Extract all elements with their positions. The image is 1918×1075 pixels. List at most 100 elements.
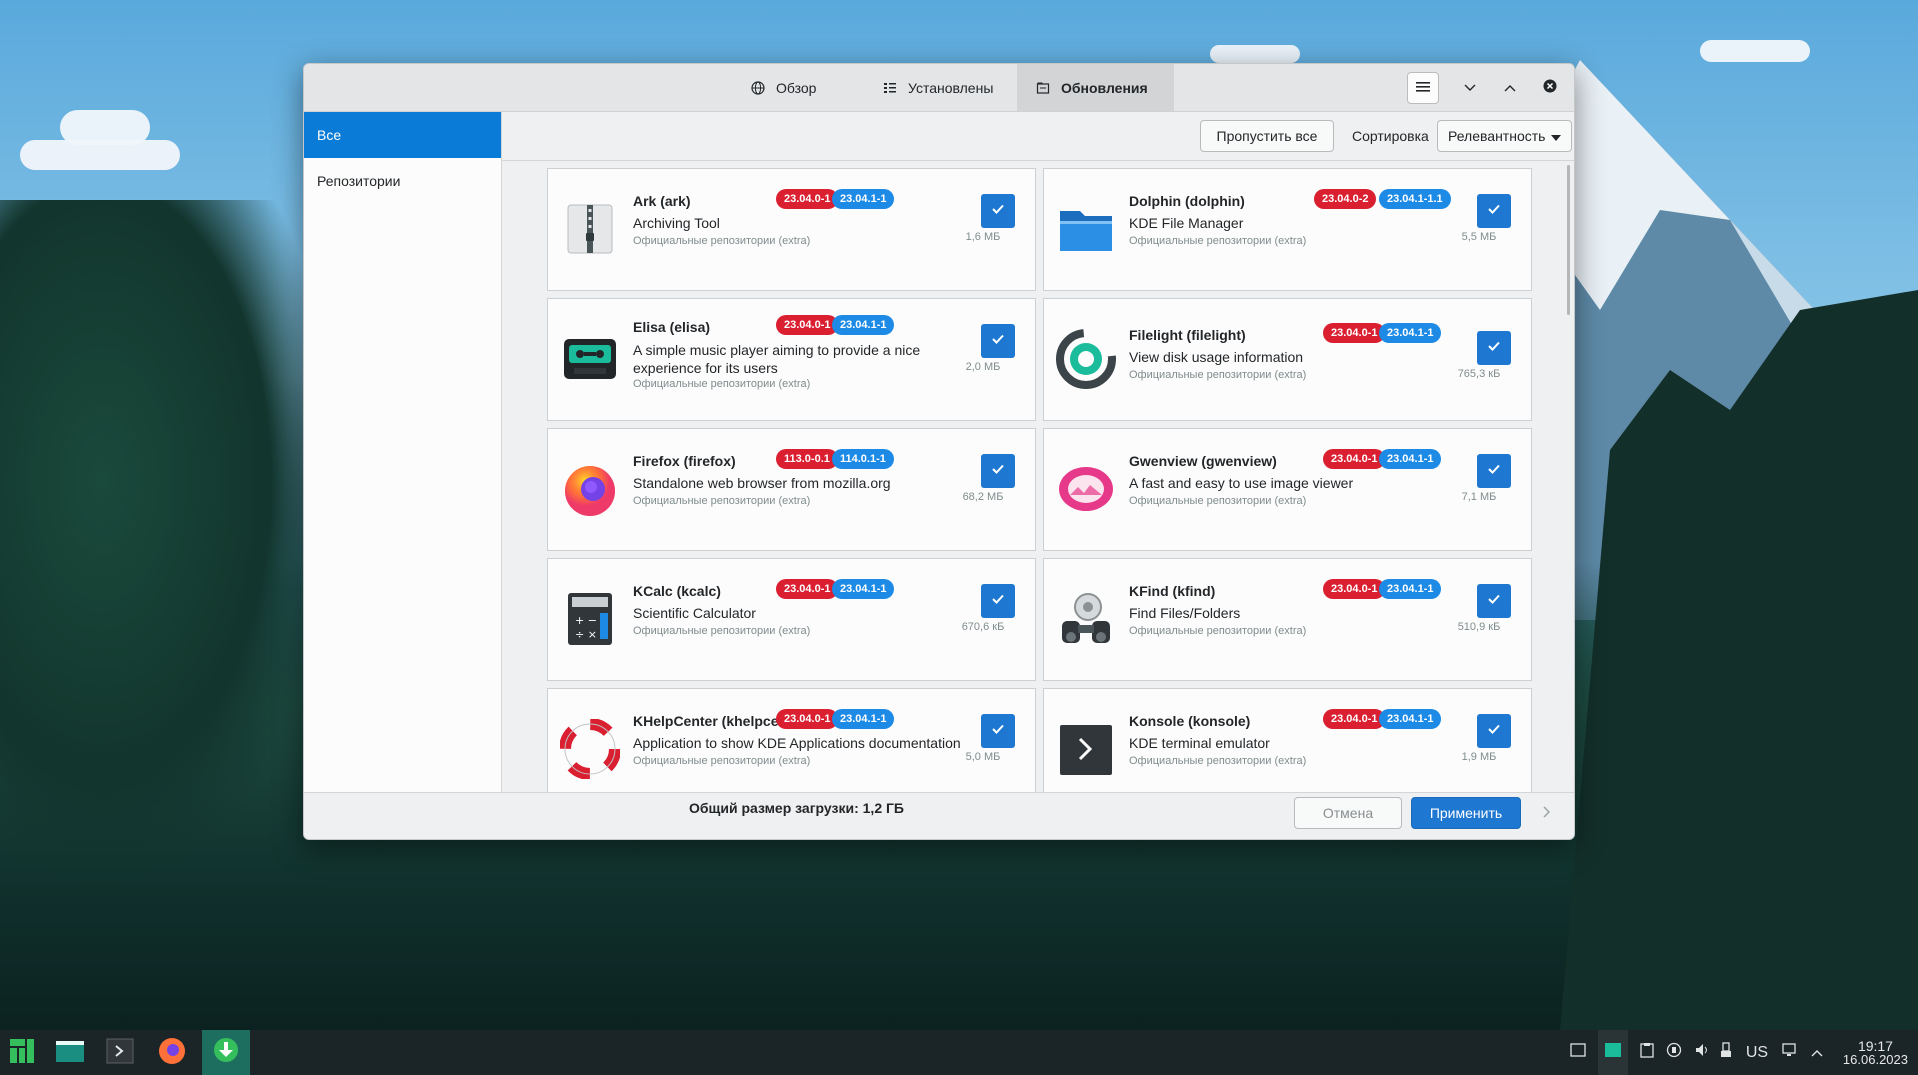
update-checkbox[interactable]	[1477, 194, 1511, 228]
kcalc-icon: + − ÷ ×	[560, 589, 620, 649]
package-repository: Официальные репозитории (extra)	[633, 755, 811, 767]
new-version-badge: 23.04.1-1	[1379, 709, 1442, 729]
tray-network[interactable]	[1662, 1030, 1686, 1075]
old-version-badge: 23.04.0-2	[1314, 189, 1377, 209]
package-repository: Официальные репозитории (extra)	[633, 495, 811, 507]
package-description: Application to show KDE Applications doc…	[633, 735, 961, 751]
tray-clipboard[interactable]	[1635, 1030, 1659, 1075]
updates-list: Ark (ark) Archiving Tool Официальные реп…	[502, 161, 1574, 792]
taskbar-firefox[interactable]	[150, 1035, 194, 1071]
update-card[interactable]: Firefox (firefox) Standalone web browser…	[547, 428, 1036, 551]
terminal-icon	[106, 1038, 134, 1069]
new-version-badge: 23.04.1-1	[832, 709, 895, 729]
package-size: 5,0 МБ	[965, 751, 1001, 763]
package-repository: Официальные репозитории (extra)	[1129, 369, 1307, 381]
update-checkbox[interactable]	[981, 324, 1015, 358]
update-checkbox[interactable]	[1477, 584, 1511, 618]
sidebar-item-all[interactable]: Все	[304, 112, 501, 158]
skip-all-button[interactable]: Пропустить все	[1200, 120, 1334, 152]
new-version-badge: 23.04.1-1	[832, 189, 895, 209]
old-version-badge: 23.04.0-1	[1323, 323, 1386, 343]
globe-icon	[750, 80, 766, 96]
new-version-badge: 23.04.1-1	[1379, 579, 1442, 599]
tab-label: Обзор	[776, 79, 817, 96]
svg-text:÷ ×: ÷ ×	[575, 628, 597, 641]
package-size: 765,3 кБ	[1457, 368, 1501, 380]
update-card[interactable]: + − ÷ × KCalc (kcalc) Scientific Calculat…	[547, 558, 1036, 681]
update-checkbox[interactable]	[1477, 714, 1511, 748]
list-icon	[882, 80, 898, 96]
update-checkbox[interactable]	[981, 714, 1015, 748]
close-button[interactable]	[1534, 72, 1566, 104]
check-icon	[1487, 722, 1501, 740]
updates-toolbar: Пропустить все Сортировка Релевантность	[502, 112, 1574, 161]
update-checkbox[interactable]	[1477, 454, 1511, 488]
update-card[interactable]: Konsole (konsole) KDE terminal emulator …	[1043, 688, 1532, 792]
clock-date: 16.06.2023	[1842, 1052, 1908, 1067]
new-version-badge: 23.04.1-1	[1379, 323, 1442, 343]
hamburger-menu-button[interactable]	[1407, 72, 1439, 104]
new-version-badge: 23.04.1-1	[832, 315, 895, 335]
update-card[interactable]: Gwenview (gwenview) A fast and easy to u…	[1043, 428, 1532, 551]
package-size: 5,5 МБ	[1461, 231, 1497, 243]
tray-software-updates[interactable]	[1598, 1030, 1628, 1075]
tab-installed[interactable]: Установлены	[864, 64, 1019, 111]
elisa-icon	[560, 329, 620, 389]
package-name: Gwenview (gwenview)	[1129, 453, 1277, 469]
title-bar: Обзор Установлены Обновления	[304, 64, 1574, 112]
tray-volume[interactable]	[1690, 1030, 1714, 1075]
update-checkbox[interactable]	[981, 584, 1015, 618]
taskbar-terminal[interactable]	[98, 1035, 142, 1071]
application-menu-button[interactable]	[0, 1035, 44, 1071]
tab-browse[interactable]: Обзор	[732, 64, 862, 111]
tray-keyboard-layout[interactable]: US	[1740, 1030, 1774, 1075]
taskbar-discover[interactable]	[202, 1030, 250, 1075]
package-name: Ark (ark)	[633, 193, 691, 209]
sidebar-item-label: Репозитории	[317, 173, 401, 189]
filelight-icon	[1056, 329, 1116, 389]
package-description: A fast and easy to use image viewer	[1129, 475, 1354, 491]
show-desktop-button[interactable]	[1565, 1030, 1591, 1075]
manjaro-logo-icon	[9, 1038, 35, 1069]
cancel-button[interactable]: Отмена	[1294, 797, 1402, 829]
maximize-button[interactable]	[1494, 72, 1526, 104]
update-checkbox[interactable]	[1477, 331, 1511, 365]
tray-display[interactable]	[1778, 1030, 1802, 1075]
clock-time: 19:17	[1857, 1038, 1893, 1054]
package-description: View disk usage information	[1129, 349, 1304, 365]
sort-value: Релевантность	[1448, 128, 1546, 144]
apply-button[interactable]: Применить	[1411, 797, 1521, 829]
update-card[interactable]: Elisa (elisa) A simple music player aimi…	[547, 298, 1036, 421]
discover-window: Обзор Установлены Обновления Все Репозит…	[303, 63, 1575, 840]
firefox-icon	[157, 1036, 187, 1071]
minimize-button[interactable]	[1454, 72, 1486, 104]
package-description: Find Files/Folders	[1129, 605, 1241, 621]
update-card[interactable]: KFind (kfind) Find Files/Folders Официал…	[1043, 558, 1532, 681]
updates-tray-icon	[1604, 1041, 1622, 1064]
old-version-badge: 23.04.0-1	[1323, 709, 1386, 729]
window-icon	[1570, 1043, 1586, 1062]
tab-updates[interactable]: Обновления	[1017, 64, 1174, 111]
update-checkbox[interactable]	[981, 454, 1015, 488]
digital-clock[interactable]: 19:17 16.06.2023	[1843, 1039, 1908, 1067]
scrollbar[interactable]	[1567, 165, 1570, 315]
sort-dropdown[interactable]: Релевантность	[1437, 120, 1572, 152]
package-name: Dolphin (dolphin)	[1129, 193, 1245, 209]
package-size: 2,0 МБ	[965, 361, 1001, 373]
network-icon	[1666, 1042, 1682, 1063]
update-checkbox[interactable]	[981, 194, 1015, 228]
check-icon	[991, 202, 1005, 220]
taskbar-file-manager[interactable]	[48, 1035, 92, 1071]
package-repository: Официальные репозитории (extra)	[1129, 495, 1307, 507]
update-card[interactable]: Ark (ark) Archiving Tool Официальные реп…	[547, 168, 1036, 291]
sidebar-item-repositories[interactable]: Репозитории	[304, 158, 501, 204]
tray-expand-button[interactable]	[1806, 1030, 1828, 1075]
old-version-badge: 23.04.0-1	[1323, 449, 1386, 469]
update-card[interactable]: Dolphin (dolphin) KDE File Manager Офици…	[1043, 168, 1532, 291]
svg-text:+ −: + −	[575, 614, 597, 627]
package-size: 68,2 МБ	[962, 491, 1004, 503]
update-card[interactable]: Filelight (filelight) View disk usage in…	[1043, 298, 1532, 421]
update-card[interactable]: KHelpCenter (khelpcenter) Application to…	[547, 688, 1036, 792]
chevron-right-icon[interactable]	[1542, 805, 1552, 824]
tray-usb[interactable]	[1716, 1030, 1736, 1075]
